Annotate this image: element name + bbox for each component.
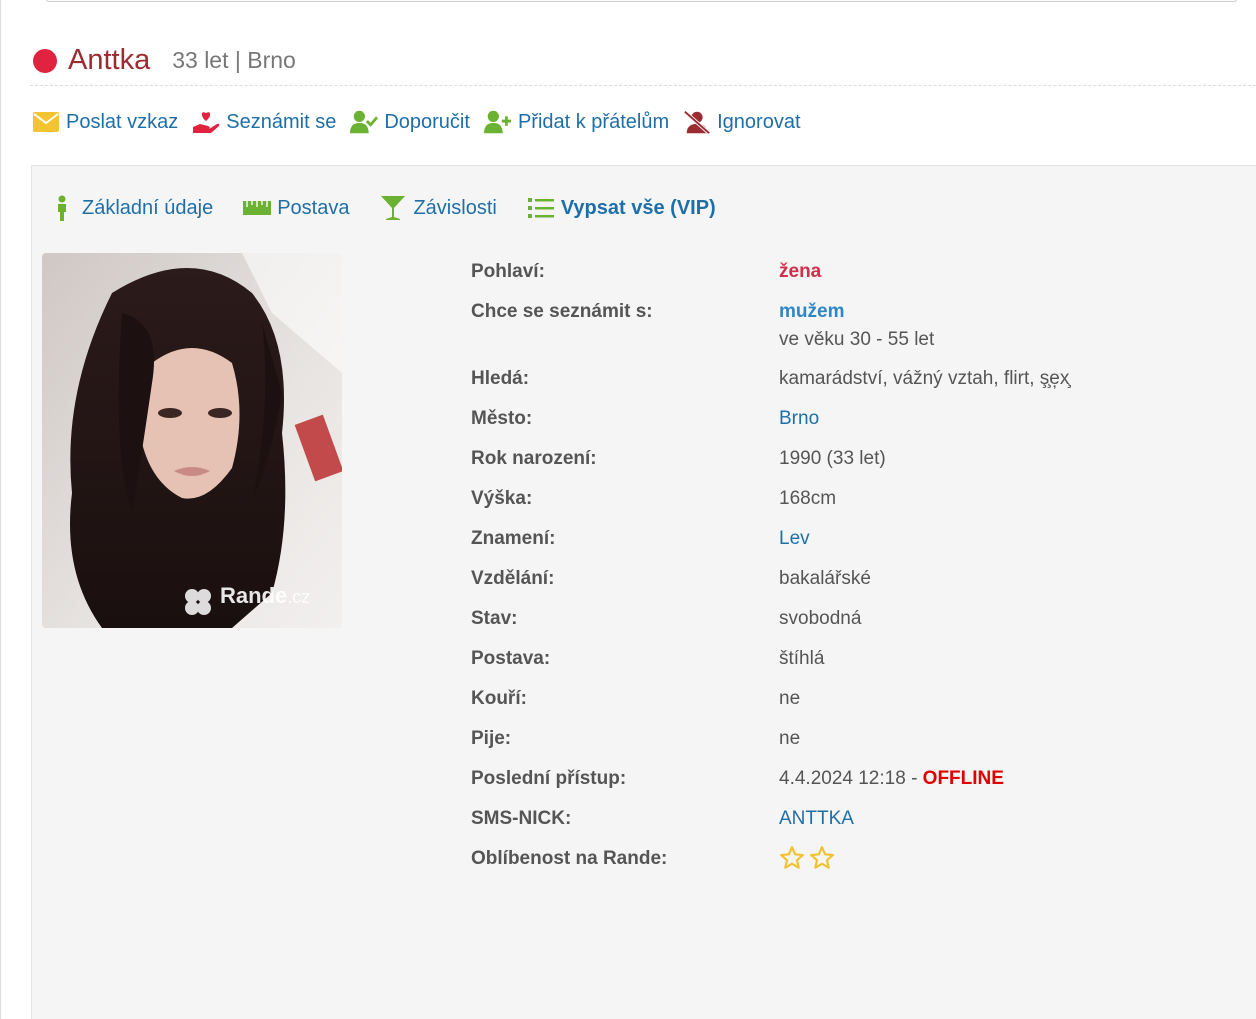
- profile-age-city: 33 let | Brno: [172, 47, 296, 73]
- profile-tabs: Základní údaje Postava Závislosti Vypsat…: [48, 190, 746, 226]
- user-check-icon: [350, 108, 379, 136]
- detail-height: Výška: 168cm: [471, 488, 837, 509]
- detail-birth-year: Rok narození: 1990 (33 let): [471, 448, 886, 469]
- cocktail-glass-icon: [379, 194, 407, 222]
- profile-photo[interactable]: Rande.cz: [42, 253, 342, 628]
- tab-addictions[interactable]: Závislosti: [379, 194, 497, 222]
- photo-watermark: Rande.cz: [220, 583, 311, 608]
- sms-nick-link[interactable]: ANTTKA: [779, 805, 854, 833]
- detail-city: Město: Brno: [471, 407, 1211, 447]
- user-plus-icon: [483, 108, 512, 136]
- offline-badge: OFFLINE: [922, 768, 1004, 789]
- zodiac-link[interactable]: Lev: [779, 525, 810, 553]
- detail-wants: Chce se seznámit s: mužem ve věku 30 - 5…: [471, 301, 935, 350]
- search-input-edge[interactable]: [46, 0, 1237, 2]
- tab-show-all-vip[interactable]: Vypsat vše (VIP): [527, 194, 716, 222]
- profile-nick: Anttka: [68, 44, 151, 76]
- popularity-stars: [779, 845, 835, 871]
- detail-drinks: Pije: ne: [471, 728, 801, 749]
- hand-heart-icon: [192, 108, 220, 136]
- detail-seeks: Hledá: kamarádství, vážný vztah, flirt, …: [471, 368, 1070, 389]
- envelope-icon: [32, 108, 60, 136]
- detail-last-access: Poslední přístup: 4.4.2024 12:18 - OFFLI…: [471, 768, 1004, 789]
- detail-zodiac: Znamení: Lev: [471, 527, 1211, 567]
- list-icon: [527, 194, 555, 222]
- star-icon: [780, 846, 804, 869]
- detail-smokes: Kouří: ne: [471, 688, 801, 709]
- detail-sms-nick: SMS-NICK: ANTTKA: [471, 807, 1211, 847]
- detail-education: Vzdělání: bakalářské: [471, 568, 871, 589]
- user-slash-icon: [683, 108, 711, 136]
- detail-gender: Pohlaví: žena: [471, 261, 822, 282]
- detail-popularity: Oblíbenost na Rande:: [471, 845, 1211, 887]
- send-message-button[interactable]: Poslat vzkaz: [32, 108, 178, 136]
- person-icon: [48, 194, 76, 222]
- page-left-border: [0, 0, 1, 1019]
- star-icon: [810, 846, 834, 869]
- profile-header: Anttka 33 let | Brno: [30, 36, 1256, 86]
- ruler-icon: [243, 194, 272, 222]
- ignore-button[interactable]: Ignorovat: [683, 108, 801, 136]
- recommend-button[interactable]: Doporučit: [350, 108, 470, 136]
- profile-actions: Poslat vzkaz Seznámit se Doporučit Přida…: [32, 104, 815, 140]
- city-link[interactable]: Brno: [779, 405, 819, 433]
- profile-details: Pohlaví: žena Chce se seznámit s: mužem …: [471, 260, 1211, 887]
- status-dot: [33, 48, 57, 73]
- tab-figure[interactable]: Postava: [243, 194, 349, 222]
- detail-figure: Postava: štíhlá: [471, 648, 825, 669]
- detail-status: Stav: svobodná: [471, 608, 862, 629]
- add-friend-button[interactable]: Přidat k přátelům: [483, 108, 669, 136]
- tab-basic-info[interactable]: Základní údaje: [48, 194, 213, 222]
- meet-button[interactable]: Seznámit se: [192, 108, 336, 136]
